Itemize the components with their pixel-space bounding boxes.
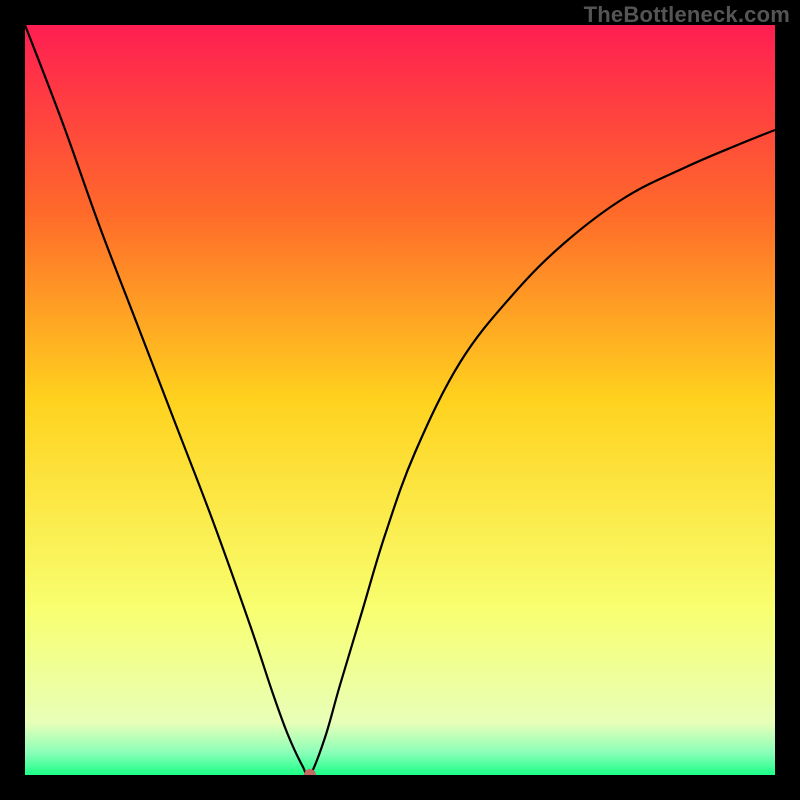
chart-frame: TheBottleneck.com (0, 0, 800, 800)
gradient-background (25, 25, 775, 775)
bottleneck-plot (25, 25, 775, 775)
